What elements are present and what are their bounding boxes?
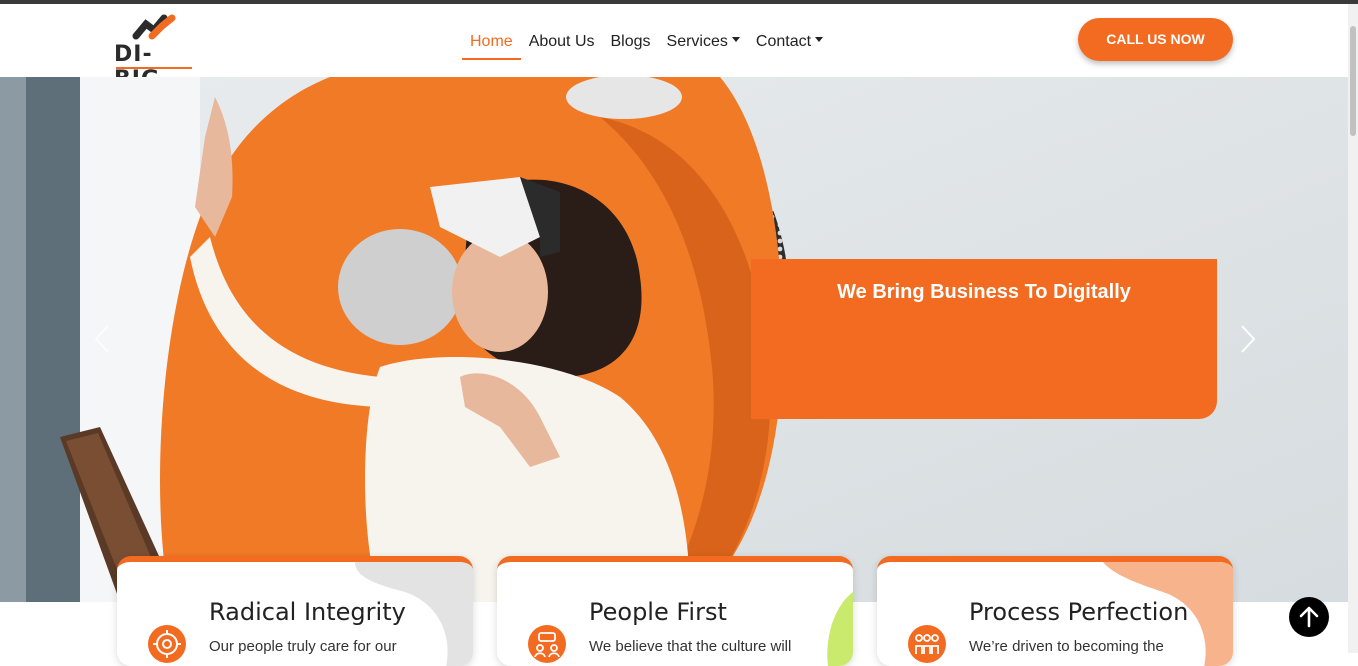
gear-icon xyxy=(148,625,186,663)
value-cards: Radical Integrity Our people truly care … xyxy=(0,556,1348,666)
nav-blogs-label: Blogs xyxy=(610,33,651,50)
card-title: People First xyxy=(589,598,727,626)
nav-about-label: About Us xyxy=(528,33,595,50)
team-icon xyxy=(528,625,566,663)
hero-caption-title: We Bring Business To Digitally xyxy=(837,281,1131,303)
nav-contact[interactable]: Contact xyxy=(748,24,831,60)
logo-mark-icon xyxy=(132,14,176,40)
nav-about-us[interactable]: About Us xyxy=(521,24,603,60)
nav-home-label: Home xyxy=(470,33,513,50)
chevron-down-icon xyxy=(815,37,824,43)
card-people-first: People First We believe that the culture… xyxy=(497,556,853,666)
card-process-perfection: Process Perfection We’re driven to becom… xyxy=(877,556,1233,666)
chevron-left-icon xyxy=(94,325,109,353)
chevron-down-icon xyxy=(731,37,740,43)
scrollbar-thumb[interactable] xyxy=(1350,26,1356,136)
group-icon xyxy=(908,625,946,663)
site-logo[interactable]: DI-BIG xyxy=(114,14,196,92)
page-scrollbar[interactable] xyxy=(1348,4,1358,653)
card-text: Our people truly care for our xyxy=(209,638,397,655)
hero-carousel: We Bring Business To Digitally xyxy=(0,77,1348,602)
nav-blogs[interactable]: Blogs xyxy=(603,24,659,60)
back-to-top-button[interactable] xyxy=(1289,597,1329,637)
nav-services[interactable]: Services xyxy=(659,24,748,60)
arrow-up-icon xyxy=(1299,606,1319,628)
hero-caption-box: We Bring Business To Digitally xyxy=(751,259,1217,419)
card-title: Radical Integrity xyxy=(209,598,406,626)
nav-contact-label: Contact xyxy=(755,33,812,50)
carousel-prev-button[interactable] xyxy=(90,324,114,354)
main-nav: Home About Us Blogs Services Contact xyxy=(462,24,831,60)
chevron-right-icon xyxy=(1241,325,1256,353)
card-radical-integrity: Radical Integrity Our people truly care … xyxy=(117,556,473,666)
card-text: We believe that the culture will xyxy=(589,638,792,655)
nav-services-label: Services xyxy=(666,33,728,50)
call-us-now-button[interactable]: CALL US NOW xyxy=(1078,18,1233,61)
nav-home[interactable]: Home xyxy=(462,24,521,60)
card-decoration xyxy=(827,592,853,666)
site-header: DI-BIG Home About Us Blogs Services Cont… xyxy=(0,4,1348,92)
carousel-next-button[interactable] xyxy=(1236,324,1260,354)
card-title: Process Perfection xyxy=(969,598,1189,626)
logo-underline xyxy=(116,67,192,69)
card-text: We’re driven to becoming the xyxy=(969,638,1164,655)
